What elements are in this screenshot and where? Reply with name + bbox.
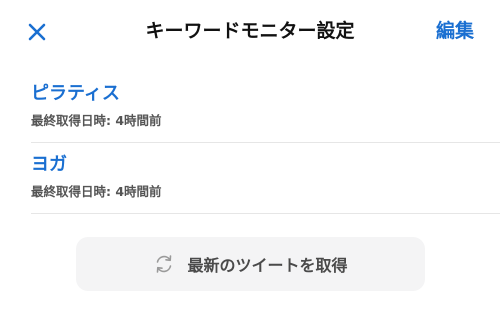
refresh-icon	[153, 253, 175, 275]
keyword-name: ヨガ	[31, 154, 67, 175]
keyword-list: ピラティス 最終取得日時: 4時間前 ヨガ 最終取得日時: 4時間前	[0, 72, 500, 214]
page-title: キーワードモニター設定	[145, 20, 355, 42]
fetch-button-label: 最新のツイートを取得	[187, 256, 348, 275]
keyword-monitor-settings-screen: キーワードモニター設定 編集 ピラティス 最終取得日時: 4時間前 ヨガ 最終取…	[0, 0, 500, 325]
keyword-last-fetched: 最終取得日時: 4時間前	[31, 113, 162, 128]
keyword-last-fetched: 最終取得日時: 4時間前	[31, 184, 162, 199]
edit-button[interactable]: 編集	[436, 17, 474, 45]
fetch-latest-tweets-button[interactable]: 最新のツイートを取得	[76, 237, 425, 291]
keyword-item[interactable]: ピラティス 最終取得日時: 4時間前	[31, 72, 500, 143]
header-bar: キーワードモニター設定 編集	[0, 0, 500, 62]
keyword-item[interactable]: ヨガ 最終取得日時: 4時間前	[31, 143, 500, 214]
keyword-name: ピラティス	[31, 83, 120, 104]
